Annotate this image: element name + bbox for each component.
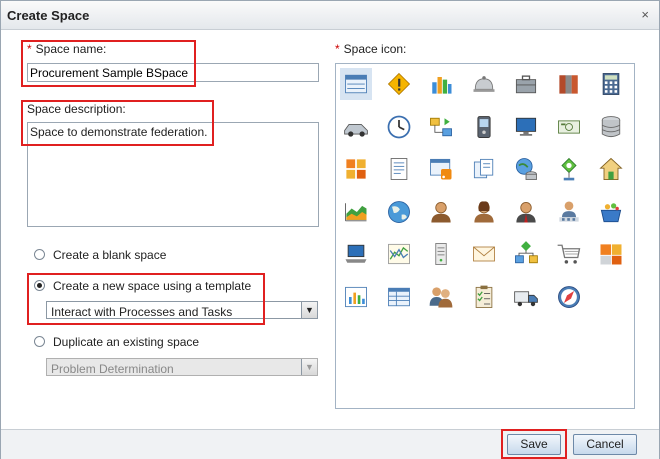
required-marker: * <box>27 42 32 56</box>
process-flow-icon[interactable] <box>510 238 542 270</box>
delivery-truck-icon[interactable] <box>510 281 542 313</box>
checklist-icon[interactable] <box>468 281 500 313</box>
area-chart-icon[interactable] <box>340 196 372 228</box>
briefcase-icon[interactable] <box>510 68 542 100</box>
team-icon[interactable] <box>425 281 457 313</box>
network-node-icon[interactable] <box>553 153 585 185</box>
blank-space-label: Create a blank space <box>53 248 167 262</box>
close-icon[interactable]: × <box>641 7 649 22</box>
server-icon[interactable] <box>425 238 457 270</box>
space-description-label: Space description: <box>27 102 126 116</box>
space-icon-label-text: Space icon: <box>343 42 407 56</box>
radio-template-space[interactable] <box>34 280 45 291</box>
dialog-titlebar: Create Space × <box>1 1 659 30</box>
required-marker: * <box>335 42 340 56</box>
computer-monitor-icon[interactable] <box>510 111 542 143</box>
database-icon[interactable] <box>595 111 627 143</box>
laptop-icon[interactable] <box>340 238 372 270</box>
line-chart-icon[interactable] <box>383 238 415 270</box>
globe-icon[interactable] <box>383 196 415 228</box>
bar-chart-icon[interactable] <box>425 68 457 100</box>
widget-puzzle-icon[interactable] <box>595 238 627 270</box>
layout-window-icon[interactable] <box>340 68 372 100</box>
space-icon-label: * Space icon: <box>335 42 406 56</box>
documents-icon[interactable] <box>468 153 500 185</box>
space-description-text: Space to demonstrate federation. <box>30 125 208 139</box>
shopping-basket-icon[interactable] <box>595 196 627 228</box>
create-space-dialog: Create Space × *Space name: Space descri… <box>0 0 660 459</box>
template-select-value: Interact with Processes and Tasks <box>51 305 233 319</box>
shopping-cart-icon[interactable] <box>553 238 585 270</box>
dialog-title: Create Space <box>7 8 90 23</box>
report-chart-icon[interactable] <box>340 281 372 313</box>
duplicate-select-value: Problem Determination <box>51 362 174 376</box>
home-icon[interactable] <box>595 153 627 185</box>
rss-feed-icon[interactable] <box>425 153 457 185</box>
warning-icon[interactable] <box>383 68 415 100</box>
service-bell-icon[interactable] <box>468 68 500 100</box>
duplicate-space-label: Duplicate an existing space <box>53 335 200 349</box>
globe-database-icon[interactable] <box>510 153 542 185</box>
space-icon-picker[interactable] <box>335 63 635 409</box>
duplicate-select: Problem Determination ▼ <box>46 358 318 376</box>
radio-blank-space[interactable] <box>34 249 45 260</box>
document-list-icon[interactable] <box>383 153 415 185</box>
puzzle-icon[interactable] <box>340 153 372 185</box>
binders-icon[interactable] <box>553 68 585 100</box>
car-icon[interactable] <box>340 111 372 143</box>
template-space-label: Create a new space using a template <box>53 279 252 293</box>
chevron-down-icon[interactable]: ▼ <box>301 302 317 318</box>
space-description-textarea[interactable]: Space to demonstrate federation. <box>27 122 319 227</box>
user-group-icon[interactable] <box>553 196 585 228</box>
pda-icon[interactable] <box>468 111 500 143</box>
template-select[interactable]: Interact with Processes and Tasks ▼ <box>46 301 318 319</box>
workflow-icon[interactable] <box>425 111 457 143</box>
table-icon[interactable] <box>383 281 415 313</box>
cancel-button[interactable]: Cancel <box>573 434 637 455</box>
compass-icon[interactable] <box>553 281 585 313</box>
money-icon[interactable] <box>553 111 585 143</box>
space-name-label: * Space name: <box>27 42 106 56</box>
mail-icon[interactable] <box>468 238 500 270</box>
user-tie-icon[interactable] <box>510 196 542 228</box>
user-icon[interactable] <box>425 196 457 228</box>
radio-duplicate-space[interactable] <box>34 336 45 347</box>
user-woman-icon[interactable] <box>468 196 500 228</box>
space-name-input[interactable] <box>27 63 319 82</box>
chevron-down-icon: ▼ <box>301 359 317 375</box>
save-button[interactable]: Save <box>507 434 561 455</box>
clock-icon[interactable] <box>383 111 415 143</box>
calculator-icon[interactable] <box>595 68 627 100</box>
space-name-label-text: Space name: <box>35 42 107 56</box>
